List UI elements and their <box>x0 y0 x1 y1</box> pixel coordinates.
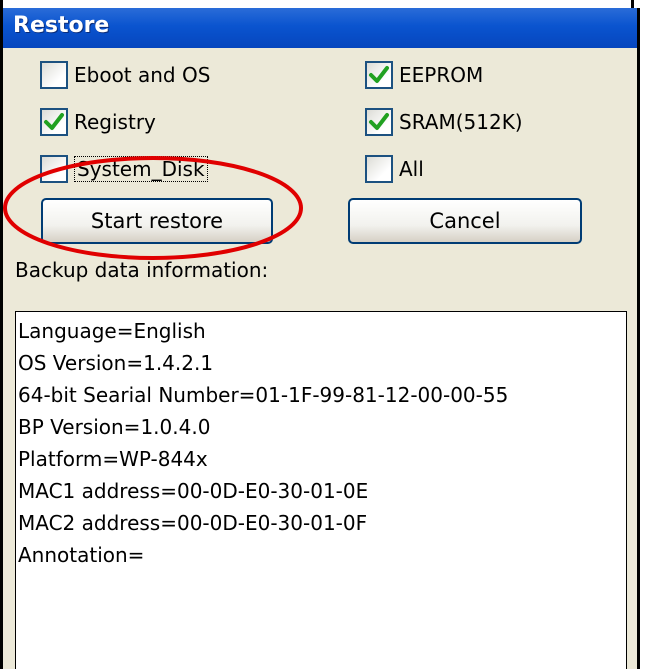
eboot-os-checkbox[interactable]: Eboot and OS <box>40 58 210 92</box>
system-disk-label: System_Disk <box>74 156 208 182</box>
checkmark-icon <box>369 113 389 130</box>
start-restore-button[interactable]: Start restore <box>41 198 273 244</box>
eeprom-label: EEPROM <box>399 63 484 87</box>
window-title: Restore <box>13 13 110 38</box>
system-disk-checkbox[interactable]: System_Disk <box>40 152 208 186</box>
title-bar: Restore <box>3 8 637 48</box>
registry-checkbox[interactable]: Registry <box>40 105 156 139</box>
eeprom-checkbox[interactable]: EEPROM <box>365 58 483 92</box>
checkbox-box[interactable] <box>40 61 68 89</box>
all-checkbox[interactable]: All <box>365 152 424 186</box>
info-line: Platform=WP-844x <box>18 447 208 471</box>
eboot-os-label: Eboot and OS <box>74 63 211 87</box>
checkmark-icon <box>369 66 389 83</box>
restore-window: Restore Eboot and OS EEPROM Registry SRA… <box>0 0 643 669</box>
checkbox-box[interactable] <box>365 108 393 136</box>
info-line: BP Version=1.0.4.0 <box>18 415 211 439</box>
all-label: All <box>399 157 424 181</box>
backup-info-label: Backup data information: <box>15 258 269 282</box>
cancel-button[interactable]: Cancel <box>348 198 582 244</box>
backup-info-textarea[interactable]: Language=English OS Version=1.4.2.1 64-b… <box>15 311 627 669</box>
checkbox-box[interactable] <box>40 155 68 183</box>
info-line: MAC2 address=00-0D-E0-30-01-0F <box>18 511 368 535</box>
info-line: Language=English <box>18 319 206 343</box>
top-strip <box>3 0 643 8</box>
info-line: Annotation= <box>18 543 145 567</box>
info-line: MAC1 address=00-0D-E0-30-01-0E <box>18 479 369 503</box>
checkbox-box[interactable] <box>365 155 393 183</box>
sram-label: SRAM(512K) <box>399 110 523 134</box>
registry-label: Registry <box>74 110 156 134</box>
info-line: 64-bit Searial Number=01-1F-99-81-12-00-… <box>18 383 509 407</box>
checkbox-box[interactable] <box>365 61 393 89</box>
checkmark-icon <box>44 113 64 130</box>
sram-checkbox[interactable]: SRAM(512K) <box>365 105 523 139</box>
info-line: OS Version=1.4.2.1 <box>18 351 214 375</box>
checkbox-box[interactable] <box>40 108 68 136</box>
